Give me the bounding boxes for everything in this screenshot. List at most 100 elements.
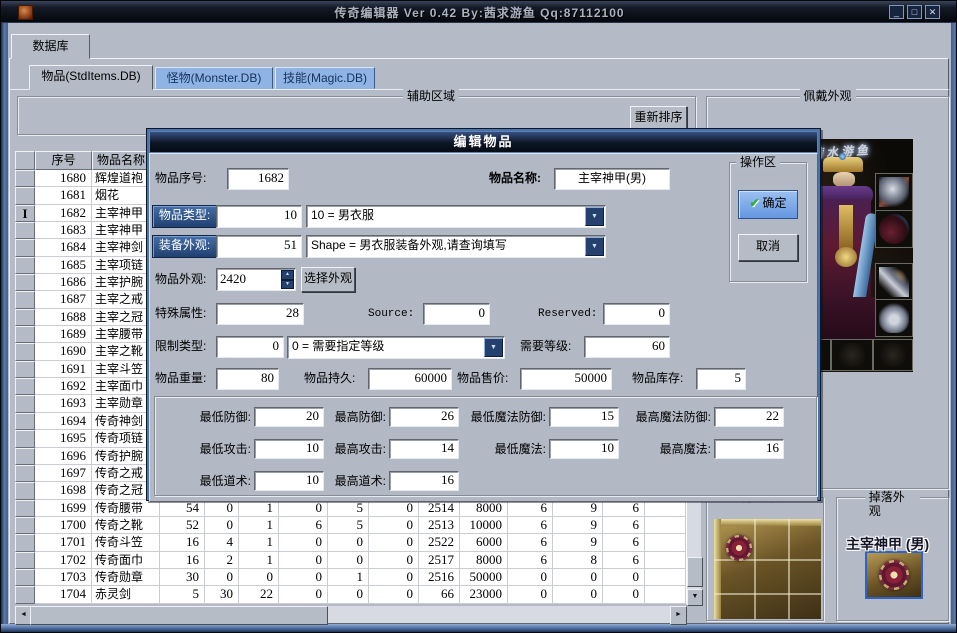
chevron-down-icon[interactable]: ▼ <box>585 237 604 256</box>
table-row[interactable]: 1702传奇面巾162100025178000686 <box>15 552 687 569</box>
cell-index[interactable]: 1693 <box>35 395 92 412</box>
cell-value[interactable]: 0 <box>369 517 419 534</box>
cell-index[interactable]: 1700 <box>35 517 92 534</box>
cell-value[interactable]: 1 <box>328 569 369 586</box>
close-button[interactable]: ✕ <box>925 5 940 19</box>
cell-index[interactable]: 1701 <box>35 534 92 551</box>
cell-value[interactable]: 0 <box>603 586 645 603</box>
cell-item-name[interactable]: 传奇面巾 <box>92 552 160 569</box>
cell-value[interactable]: 2 <box>205 552 239 569</box>
cell-index[interactable]: 1704 <box>35 586 92 603</box>
cell-index[interactable]: 1687 <box>35 291 92 308</box>
table-row[interactable]: 1700传奇之靴5201650251310000696 <box>15 517 687 534</box>
cell-index[interactable]: 1697 <box>35 465 92 482</box>
row-gutter-cell[interactable] <box>15 326 35 343</box>
row-gutter-cell[interactable] <box>15 430 35 447</box>
row-gutter-cell[interactable] <box>15 465 35 482</box>
row-gutter-cell[interactable] <box>15 482 35 499</box>
cell-index[interactable]: 1682 <box>35 205 92 222</box>
cell-value[interactable]: 0 <box>553 586 603 603</box>
cell-value[interactable] <box>645 500 686 517</box>
cell-value[interactable]: 50000 <box>460 569 508 586</box>
cell-value[interactable]: 6 <box>508 500 553 517</box>
cell-value[interactable]: 0 <box>205 517 239 534</box>
row-gutter-cell[interactable] <box>15 552 35 569</box>
cell-value[interactable]: 22 <box>239 586 279 603</box>
item-type-input[interactable]: 10 <box>216 205 302 228</box>
item-look-value[interactable]: 2420 <box>220 270 246 288</box>
cell-value[interactable] <box>645 517 686 534</box>
cell-value[interactable]: 0 <box>328 534 369 551</box>
item-look-spinner[interactable]: 2420 ▲▼ <box>216 268 296 291</box>
cell-value[interactable]: 0 <box>369 500 419 517</box>
cell-item-name[interactable]: 传奇之靴 <box>92 517 160 534</box>
stat-input[interactable]: 22 <box>714 407 784 427</box>
durability-input[interactable]: 60000 <box>368 368 452 390</box>
cell-index[interactable]: 1694 <box>35 413 92 430</box>
row-gutter-cell[interactable] <box>15 361 35 378</box>
cell-value[interactable]: 52 <box>160 517 205 534</box>
limit-type-input[interactable]: 0 <box>216 336 284 358</box>
stat-input[interactable]: 16 <box>714 439 784 459</box>
tab-database[interactable]: 数据库 <box>11 34 90 59</box>
cell-index[interactable]: 1686 <box>35 274 92 291</box>
row-gutter-cell[interactable] <box>15 343 35 360</box>
cell-value[interactable]: 6 <box>508 517 553 534</box>
cell-value[interactable]: 30 <box>205 586 239 603</box>
cell-value[interactable]: 0 <box>508 586 553 603</box>
cell-value[interactable]: 9 <box>553 517 603 534</box>
row-gutter-cell[interactable]: I <box>15 205 35 222</box>
cell-index[interactable]: 1699 <box>35 500 92 517</box>
cell-value[interactable]: 5 <box>160 586 205 603</box>
table-row[interactable]: 1704赤灵剑530220006623000000 <box>15 586 687 603</box>
row-gutter-cell[interactable] <box>15 534 35 551</box>
limit-type-combo[interactable]: 0 = 需要指定等级 ▼ <box>287 336 505 359</box>
cell-value[interactable]: 5 <box>328 517 369 534</box>
cell-index[interactable]: 1696 <box>35 448 92 465</box>
minimize-button[interactable]: _ <box>889 5 904 19</box>
row-gutter-cell[interactable] <box>15 586 35 603</box>
ok-button[interactable]: ✔确定 <box>738 190 798 219</box>
spin-up-icon[interactable]: ▲ <box>281 270 294 280</box>
cell-index[interactable]: 1681 <box>35 187 92 204</box>
cell-value[interactable]: 9 <box>553 500 603 517</box>
cell-index[interactable]: 1689 <box>35 326 92 343</box>
cell-value[interactable]: 8000 <box>460 552 508 569</box>
weight-input[interactable]: 80 <box>216 368 279 390</box>
cell-value[interactable]: 0 <box>279 569 328 586</box>
dialog-titlebar[interactable]: 编辑物品 <box>149 131 818 153</box>
cell-item-name[interactable]: 传奇斗笠 <box>92 534 160 551</box>
row-gutter-cell[interactable] <box>15 170 35 187</box>
cell-value[interactable]: 0 <box>279 552 328 569</box>
cell-value[interactable]: 2517 <box>419 552 460 569</box>
cell-value[interactable] <box>645 569 686 586</box>
header-cell[interactable] <box>15 151 35 170</box>
equip-shape-input[interactable]: 51 <box>216 235 302 258</box>
row-gutter-cell[interactable] <box>15 517 35 534</box>
cell-value[interactable]: 2522 <box>419 534 460 551</box>
row-gutter-cell[interactable] <box>15 239 35 256</box>
cell-index[interactable]: 1690 <box>35 343 92 360</box>
cell-value[interactable]: 6 <box>279 517 328 534</box>
tab-magic[interactable]: 技能(Magic.DB) <box>275 67 375 89</box>
cell-value[interactable]: 5 <box>328 500 369 517</box>
row-gutter-cell[interactable] <box>15 569 35 586</box>
cell-value[interactable]: 16 <box>160 534 205 551</box>
table-row[interactable]: 1701传奇斗笠164100025226000696 <box>15 534 687 551</box>
stock-input[interactable]: 5 <box>696 368 746 390</box>
spin-down-icon[interactable]: ▼ <box>281 280 294 290</box>
reorder-button[interactable]: 重新排序 <box>630 106 687 129</box>
tab-stditems[interactable]: 物品(StdItems.DB) <box>29 65 153 90</box>
cell-value[interactable]: 1 <box>239 500 279 517</box>
cell-value[interactable]: 4 <box>205 534 239 551</box>
cell-item-name[interactable]: 传奇腰带 <box>92 500 160 517</box>
cell-value[interactable]: 6000 <box>460 534 508 551</box>
cancel-button[interactable]: 取消 <box>738 234 798 261</box>
reserved-input[interactable]: 0 <box>603 303 670 325</box>
row-gutter-cell[interactable] <box>15 309 35 326</box>
cell-value[interactable]: 10000 <box>460 517 508 534</box>
item-name-input[interactable]: 主宰神甲(男) <box>554 168 670 190</box>
cell-value[interactable]: 6 <box>603 517 645 534</box>
choose-look-button[interactable]: 选择外观 <box>301 267 355 292</box>
row-gutter-cell[interactable] <box>15 187 35 204</box>
